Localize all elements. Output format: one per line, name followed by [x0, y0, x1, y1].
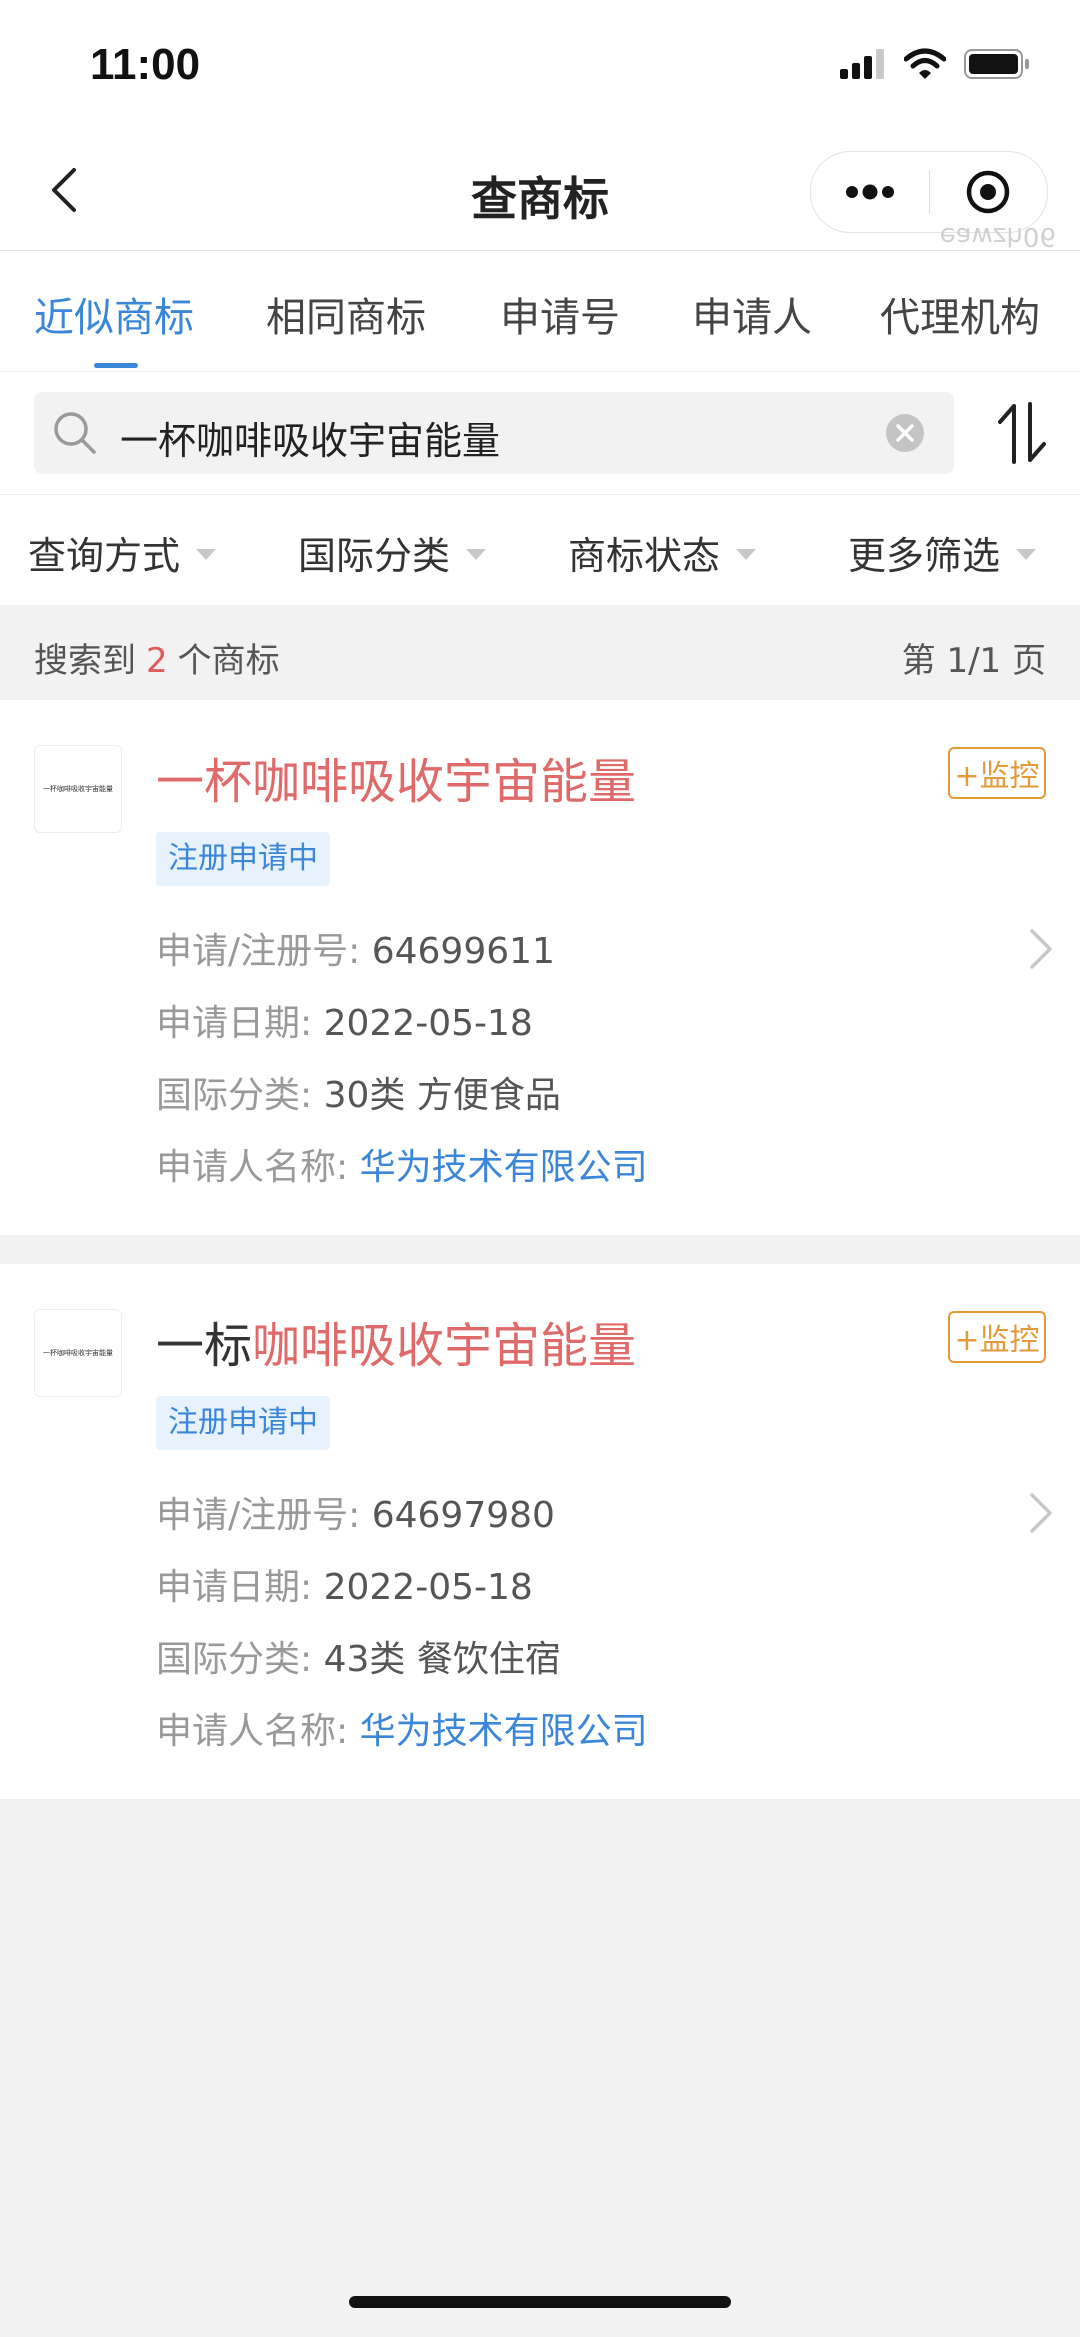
field-application-date: 申请日期: 2022-05-18 [156, 1558, 533, 1610]
result-suffix: 个商标 [177, 641, 280, 681]
applicant-link[interactable]: 华为技术有限公司 [360, 1147, 648, 1188]
trademark-name-highlight: 咖啡吸收宇宙能量 [252, 1318, 637, 1374]
filter-international-class[interactable]: 国际分类 [298, 525, 487, 580]
filter-label: 查询方式 [28, 534, 181, 578]
field-applicant: 申请人名称: 华为技术有限公司 [156, 1138, 648, 1190]
field-international-class: 国际分类: 43类 餐饮住宿 [156, 1630, 561, 1682]
chevron-right-icon [1030, 1493, 1052, 1533]
dropdown-caret-icon [466, 549, 487, 560]
result-count: 搜索到 2 个商标 [34, 633, 280, 682]
status-time: 11:00 [90, 40, 201, 89]
status-badge: 注册申请中 [156, 832, 330, 886]
field-value: 64697980 [371, 1495, 555, 1536]
back-button[interactable] [40, 160, 100, 220]
back-arrow-icon [52, 168, 76, 212]
thumbnail-text: 一杯咖啡吸收宇宙能量 [43, 1349, 113, 1357]
field-label: 国际分类: [156, 1639, 313, 1680]
search-query: 一杯咖啡吸收宇宙能量 [120, 419, 501, 463]
field-application-date: 申请日期: 2022-05-18 [156, 994, 533, 1046]
tab-agency[interactable]: 代理机构 [880, 285, 1040, 343]
trademark-thumbnail: 一杯咖啡吸收宇宙能量 [34, 745, 122, 833]
watermark: eawzh06 [939, 221, 1056, 251]
filter-trademark-status[interactable]: 商标状态 [568, 525, 757, 580]
field-label: 国际分类: [156, 1075, 313, 1116]
home-indicator[interactable] [349, 2296, 731, 2308]
cellular-signal-icon [840, 49, 884, 79]
trademark-thumbnail: 一杯咖啡吸收宇宙能量 [34, 1309, 122, 1397]
trademark-card[interactable]: 一杯咖啡吸收宇宙能量 一杯咖啡吸收宇宙能量 +监控 注册申请中 申请/注册号: … [0, 700, 1080, 1235]
search-input[interactable]: 一杯咖啡吸收宇宙能量 [34, 392, 954, 474]
dropdown-caret-icon [196, 549, 217, 560]
tab-applicant[interactable]: 申请人 [692, 285, 812, 343]
tab-similar-trademark[interactable]: 近似商标 [34, 285, 194, 343]
search-type-tabs: 近似商标 相同商标 申请号 申请人 代理机构 [0, 251, 1080, 372]
filter-label: 商标状态 [568, 534, 721, 578]
field-registration-number: 申请/注册号: 64697980 [156, 1486, 555, 1538]
trademark-name: 一杯咖啡吸收宇宙能量 [156, 742, 636, 812]
status-badge: 注册申请中 [156, 1396, 330, 1450]
filter-query-mode[interactable]: 查询方式 [28, 525, 217, 580]
field-label: 申请人名称: [156, 1147, 349, 1188]
target-close-icon [967, 170, 1010, 214]
result-summary: 搜索到 2 个商标 第 1/1 页 [0, 605, 1080, 698]
sort-icon[interactable] [992, 400, 1052, 466]
trademark-card[interactable]: 一杯咖啡吸收宇宙能量 一标咖啡吸收宇宙能量 +监控 注册申请中 申请/注册号: … [0, 1264, 1080, 1799]
field-label: 申请/注册号: [156, 931, 361, 972]
trademark-name-highlight: 一杯咖啡吸收宇宙能量 [156, 754, 637, 810]
thumbnail-text: 一杯咖啡吸收宇宙能量 [43, 785, 113, 793]
filter-label: 国际分类 [298, 534, 451, 578]
field-label: 申请人名称: [156, 1711, 349, 1752]
field-label: 申请日期: [156, 1003, 313, 1044]
field-value: 64699611 [371, 931, 555, 972]
chevron-right-icon [1030, 929, 1052, 969]
field-value: 30类 方便食品 [323, 1075, 561, 1116]
filter-label: 更多筛选 [848, 534, 1001, 578]
filter-more[interactable]: 更多筛选 [848, 525, 1037, 580]
filter-row: 查询方式 国际分类 商标状态 更多筛选 [0, 495, 1080, 605]
more-button[interactable] [811, 152, 929, 232]
dropdown-caret-icon [1016, 549, 1037, 560]
status-bar: 11:00 [0, 0, 1080, 135]
page-indicator: 第 1/1 页 [901, 641, 1046, 681]
field-label: 申请日期: [156, 1567, 313, 1608]
field-registration-number: 申请/注册号: 64699611 [156, 922, 555, 974]
monitor-button[interactable]: +监控 [948, 747, 1046, 799]
field-value: 2022-05-18 [323, 1003, 533, 1044]
field-label: 申请/注册号: [156, 1495, 361, 1536]
wifi-icon [904, 48, 946, 79]
search-icon [54, 412, 96, 454]
field-international-class: 国际分类: 30类 方便食品 [156, 1066, 561, 1118]
field-value: 2022-05-18 [323, 1567, 533, 1608]
result-number: 2 [146, 641, 168, 681]
battery-icon [964, 49, 1029, 79]
dropdown-caret-icon [736, 549, 757, 560]
nav-bar: 查商标 eawzh06 [0, 135, 1080, 251]
close-miniprogram-button[interactable] [930, 152, 1048, 232]
applicant-link[interactable]: 华为技术有限公司 [360, 1711, 648, 1752]
search-row: 一杯咖啡吸收宇宙能量 [0, 372, 1080, 495]
field-value: 43类 餐饮住宿 [323, 1639, 561, 1680]
trademark-name: 一标咖啡吸收宇宙能量 [156, 1306, 636, 1376]
trademark-name-plain: 一标 [156, 1318, 253, 1374]
tab-application-number[interactable]: 申请号 [500, 285, 620, 343]
more-dots-icon [845, 184, 894, 200]
clear-icon[interactable] [886, 414, 924, 452]
active-tab-indicator [94, 363, 138, 368]
monitor-button[interactable]: +监控 [948, 1311, 1046, 1363]
tab-same-trademark[interactable]: 相同商标 [266, 285, 426, 343]
status-icons [840, 48, 1030, 80]
result-prefix: 搜索到 [34, 641, 136, 681]
field-applicant: 申请人名称: 华为技术有限公司 [156, 1702, 648, 1754]
